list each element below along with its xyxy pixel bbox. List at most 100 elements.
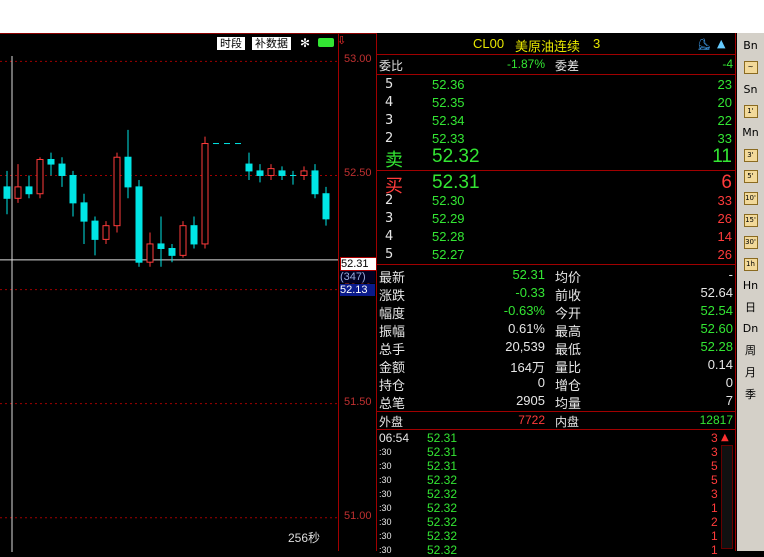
level-label: 3 (385, 113, 394, 128)
level-label: 5 (385, 77, 394, 92)
tick-row[interactable]: :30 52.32 5 (377, 473, 718, 487)
level-volume: 26 (717, 247, 732, 262)
best-ask-row[interactable]: 卖 52.32 11 (377, 146, 735, 171)
fill-data-button[interactable]: 补数据 (252, 37, 291, 50)
period-button[interactable]: ~ (737, 57, 764, 78)
period-label: Mn (742, 126, 759, 140)
candle-body (14, 186, 22, 199)
candle-body (69, 174, 77, 204)
tick-row[interactable]: :30 52.32 1 (377, 543, 718, 557)
tick-price: 52.32 (427, 487, 458, 501)
orderbook-row[interactable]: 2 52.30 33 (377, 193, 735, 210)
tick-volume: 5 (711, 473, 718, 487)
tick-scrollbar[interactable] (721, 445, 733, 549)
stat-label: 均价 (555, 271, 582, 286)
tick-price: 52.32 (427, 501, 458, 515)
period-button[interactable]: 月 (737, 362, 764, 383)
price-axis-label: 53.00 (344, 53, 372, 66)
stat-label: 涨跌 (379, 289, 406, 304)
gear-icon[interactable]: ✻ (300, 36, 310, 50)
stat-label: 最低 (555, 343, 582, 358)
tick-row[interactable]: :30 52.31 3 (377, 445, 718, 459)
tick-row[interactable]: :30 52.32 1 (377, 529, 718, 543)
period-button[interactable]: 3' (737, 144, 764, 165)
candle-body (58, 163, 66, 176)
tick-row[interactable]: :30 52.31 5 (377, 459, 718, 473)
stat-label: 振幅 (379, 325, 406, 340)
period-button[interactable]: 10' (737, 188, 764, 209)
time-period-button[interactable]: 时段 (217, 37, 245, 50)
period-button[interactable]: Mn (737, 122, 764, 143)
stat-row: 持仓 0 增仓 0 (377, 375, 735, 394)
period-button[interactable]: 日 (737, 297, 764, 318)
battery-icon[interactable] (318, 38, 334, 47)
period-button[interactable]: 30' (737, 231, 764, 252)
period-button[interactable]: Dn (737, 318, 764, 339)
level-volume: 33 (717, 131, 732, 146)
period-button[interactable]: Bn (737, 35, 764, 56)
kline-chart-svg[interactable] (0, 34, 338, 552)
kline-chart-panel[interactable] (0, 33, 338, 552)
warning-icon[interactable]: ▲ (717, 37, 725, 50)
inner-value: 12817 (699, 413, 733, 427)
tick-time: :30 (379, 447, 392, 457)
candle-body (179, 225, 187, 256)
weibi-label: 委比 (379, 59, 404, 73)
orderbook-row[interactable]: 3 52.29 26 (377, 211, 735, 228)
level-price: 52.27 (432, 247, 465, 262)
period-icon: 10' (743, 192, 758, 206)
period-button[interactable]: 1' (737, 100, 764, 121)
tick-row[interactable]: 06:54 52.31 3 (377, 431, 718, 445)
tick-row[interactable]: :30 52.32 3 (377, 487, 718, 501)
candle-body (25, 186, 33, 195)
weicha-label: 委差 (555, 59, 580, 73)
symbol-num: 3 (593, 36, 601, 51)
stat-value: 2905 (516, 393, 545, 408)
candle-body (102, 225, 110, 240)
period-button[interactable]: Sn (737, 79, 764, 100)
period-label: Hn (742, 278, 759, 292)
level-volume: 14 (717, 229, 732, 244)
orderbook-row[interactable]: 4 52.28 14 (377, 229, 735, 246)
stat-value: 52.54 (700, 303, 733, 318)
orderbook-row[interactable]: 4 52.35 20 (377, 95, 735, 112)
weicha-value: -4 (722, 57, 733, 71)
period-button[interactable]: 周 (737, 340, 764, 361)
level-label: 3 (385, 211, 394, 226)
level-volume: 22 (717, 113, 732, 128)
candle-body (256, 170, 264, 176)
tick-volume: 5 (711, 459, 718, 473)
period-label: 日 (745, 300, 756, 314)
stat-value: 0.61% (508, 321, 545, 336)
period-icon: 15' (743, 213, 758, 227)
scroll-up-icon[interactable]: ▲ (721, 432, 729, 443)
candle-body (190, 225, 198, 245)
tick-volume: 1 (711, 529, 718, 543)
period-button[interactable]: 15' (737, 209, 764, 230)
candle-body (80, 202, 88, 222)
candle-body (135, 186, 143, 263)
period-button[interactable]: 5' (737, 166, 764, 187)
stat-label: 最高 (555, 325, 582, 340)
candle-body (168, 248, 176, 256)
tick-price: 52.32 (427, 529, 458, 543)
period-button[interactable]: 季 (737, 384, 764, 405)
tick-time: :30 (379, 545, 392, 555)
period-button[interactable]: Hn (737, 275, 764, 296)
stat-value: 164万 (510, 360, 545, 375)
tick-price: 52.31 (427, 459, 458, 473)
level-label: 2 (385, 131, 394, 146)
orderbook-row[interactable]: 3 52.34 22 (377, 113, 735, 130)
period-button[interactable]: 1h (737, 253, 764, 274)
stat-label: 量比 (555, 361, 582, 376)
tick-row[interactable]: :30 52.32 1 (377, 501, 718, 515)
best-bid-row[interactable]: 买 52.31 6 (377, 172, 735, 197)
period-icon: ~ (743, 61, 758, 75)
hat-icon[interactable]: ⛸ (697, 38, 711, 51)
outer-label: 外盘 (379, 415, 404, 429)
candle-body (113, 156, 121, 227)
tick-row[interactable]: :30 52.32 2 (377, 515, 718, 529)
orderbook-row[interactable]: 5 52.27 26 (377, 247, 735, 264)
tick-price: 52.32 (427, 543, 458, 557)
orderbook-row[interactable]: 5 52.36 23 (377, 77, 735, 94)
